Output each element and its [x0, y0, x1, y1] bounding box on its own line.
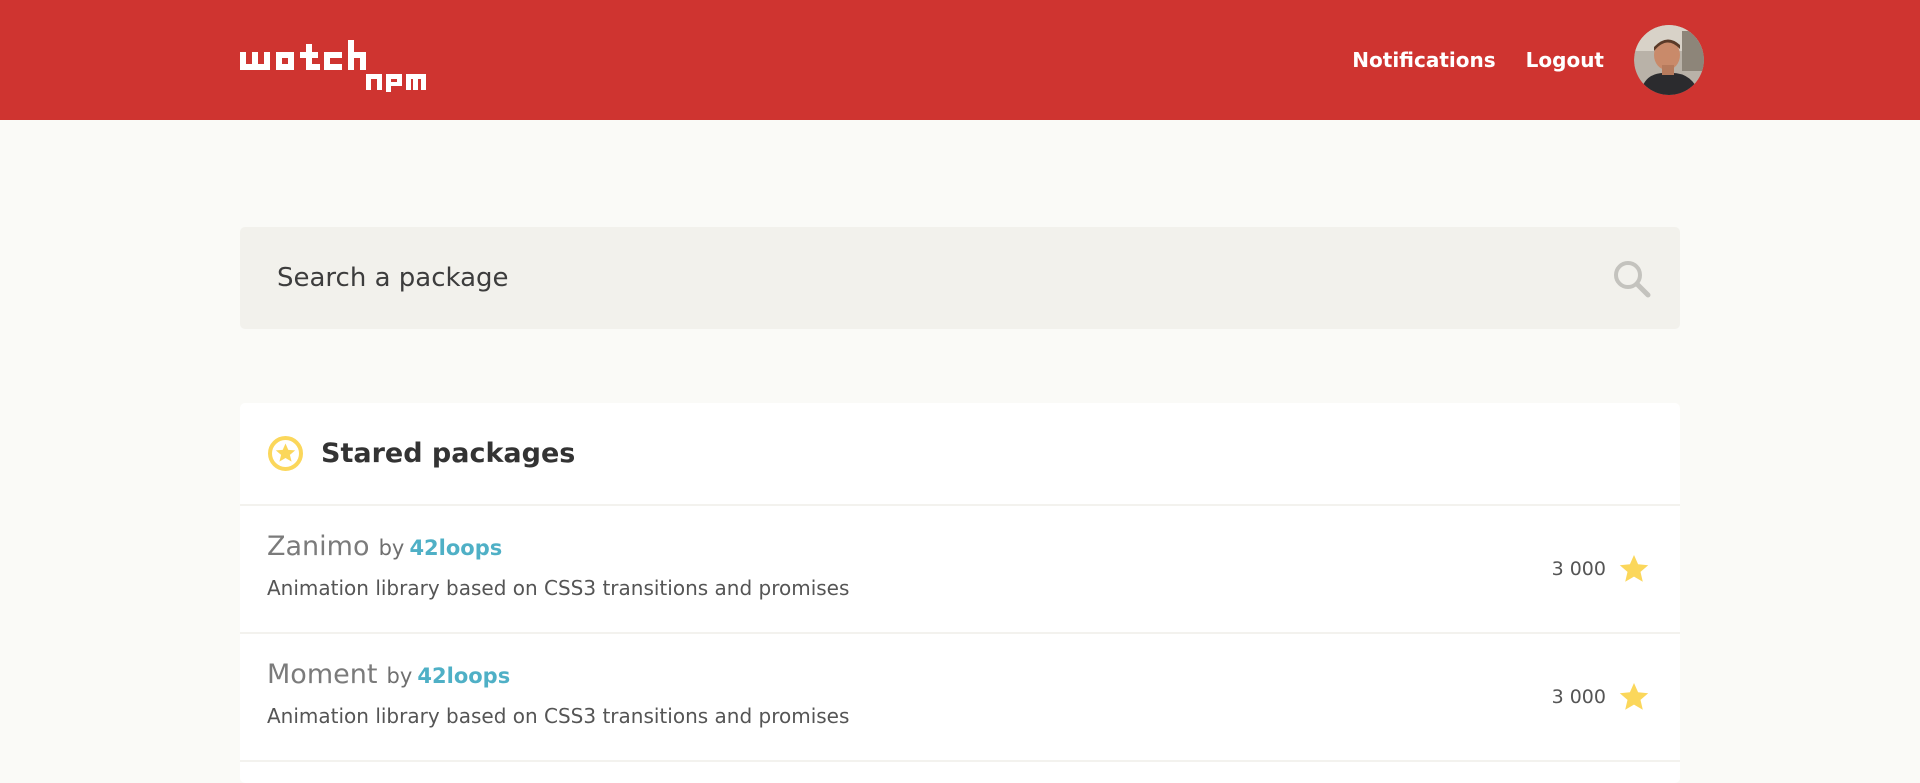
panel-title: Stared packages	[321, 438, 576, 469]
watch-npm-logo[interactable]	[240, 40, 426, 92]
package-row[interactable]: Zanimo by 42loops Animation library base…	[240, 506, 1680, 634]
star-icon[interactable]	[1618, 681, 1650, 713]
package-description: Animation library based on CSS3 transiti…	[267, 576, 850, 600]
star-badge-icon	[268, 436, 303, 471]
package-by-label: by	[378, 536, 405, 560]
search-bar	[240, 227, 1680, 329]
stared-packages-panel: Stared packages Zanimo by 42loops Animat…	[240, 403, 1680, 783]
star-icon[interactable]	[1618, 553, 1650, 585]
package-stars: 3 000	[1552, 681, 1650, 713]
search-input[interactable]	[275, 227, 1575, 329]
notifications-link[interactable]: Notifications	[1352, 48, 1495, 72]
package-name[interactable]: Zanimo	[267, 531, 369, 562]
package-stars: 3 000	[1552, 553, 1650, 585]
package-description: Animation library based on CSS3 transiti…	[267, 704, 850, 728]
header-nav: Notifications Logout	[1352, 24, 1704, 96]
package-name[interactable]: Moment	[267, 659, 377, 690]
package-heading: Moment by 42loops	[267, 659, 510, 690]
user-avatar[interactable]	[1634, 25, 1704, 95]
logout-link[interactable]: Logout	[1526, 48, 1604, 72]
package-author-link[interactable]: 42loops	[417, 664, 510, 688]
app-header: Notifications Logout	[0, 0, 1920, 120]
package-author-link[interactable]: 42loops	[409, 536, 502, 560]
package-by-label: by	[386, 664, 413, 688]
search-icon[interactable]	[1612, 259, 1652, 299]
star-count: 3 000	[1551, 686, 1606, 708]
package-row[interactable]: Moment by 42loops Animation library base…	[240, 634, 1680, 762]
star-count: 3 000	[1551, 558, 1606, 580]
package-heading: Zanimo by 42loops	[267, 531, 502, 562]
panel-header: Stared packages	[240, 403, 1680, 506]
